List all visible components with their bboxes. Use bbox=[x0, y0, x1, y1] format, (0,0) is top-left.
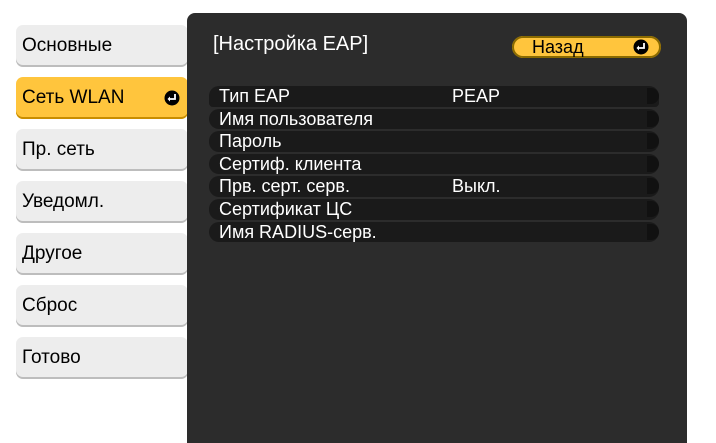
row-end-cap bbox=[647, 178, 659, 195]
setting-row-eap-type[interactable]: Тип EAP PEAP bbox=[209, 86, 659, 107]
row-end-cap bbox=[647, 200, 659, 217]
setting-value: Выкл. bbox=[452, 176, 501, 197]
setting-value: PEAP bbox=[452, 86, 501, 106]
back-button-label: Назад bbox=[532, 36, 584, 57]
panel-title: [Настройка EAP] bbox=[213, 33, 369, 55]
sidebar-item-reset[interactable]: Сброс bbox=[16, 285, 188, 327]
row-end-cap bbox=[647, 88, 659, 104]
setting-label: Прв. серт. серв. bbox=[219, 176, 350, 197]
setting-label: Пароль bbox=[219, 131, 282, 152]
setting-label: Тип EAP bbox=[219, 86, 291, 106]
sidebar-item-label: Другое bbox=[22, 243, 83, 264]
setting-label: Имя RADIUS-серв. bbox=[219, 221, 377, 242]
row-end-cap bbox=[647, 133, 659, 150]
sidebar-item-wired-network[interactable]: Пр. сеть bbox=[16, 129, 188, 171]
row-end-cap bbox=[647, 110, 659, 127]
setting-label: Сертификат ЦС bbox=[219, 198, 353, 219]
back-button[interactable]: Назад bbox=[512, 36, 661, 58]
sidebar-item-label: Основные bbox=[22, 35, 113, 56]
sidebar-item-label: Готово bbox=[22, 347, 81, 368]
setting-row-password[interactable]: Пароль bbox=[209, 131, 659, 152]
setting-row-client-cert[interactable]: Сертиф. клиента bbox=[209, 153, 659, 175]
row-end-cap bbox=[647, 155, 659, 172]
sidebar-item-wlan[interactable]: Сеть WLAN bbox=[16, 77, 188, 119]
sidebar-item-label: Сеть WLAN bbox=[22, 87, 125, 108]
sidebar-item-label: Пр. сеть bbox=[22, 139, 95, 160]
sidebar-item-other[interactable]: Другое bbox=[16, 233, 188, 275]
eap-settings-list: Тип EAP PEAP Имя пользователя Пароль Сер… bbox=[209, 86, 659, 244]
setting-label: Имя пользователя bbox=[219, 108, 374, 129]
setting-row-radius-server[interactable]: Имя RADIUS-серв. bbox=[209, 221, 659, 243]
setting-label: Сертиф. клиента bbox=[219, 153, 362, 174]
row-end-cap bbox=[647, 223, 659, 240]
sidebar-item-label: Сброс bbox=[22, 295, 78, 316]
setting-row-username[interactable]: Имя пользователя bbox=[209, 108, 659, 130]
sidebar-item-notifications[interactable]: Уведомл. bbox=[16, 181, 188, 223]
sidebar-item-basic[interactable]: Основные bbox=[16, 25, 188, 67]
enter-icon bbox=[164, 90, 180, 106]
sidebar-item-label: Уведомл. bbox=[22, 191, 105, 212]
sidebar-item-done[interactable]: Готово bbox=[16, 337, 188, 379]
setting-row-ca-cert[interactable]: Сертификат ЦС bbox=[209, 198, 659, 220]
setting-row-verify-server-cert[interactable]: Прв. серт. серв. Выкл. bbox=[209, 176, 659, 197]
enter-icon bbox=[633, 39, 649, 55]
